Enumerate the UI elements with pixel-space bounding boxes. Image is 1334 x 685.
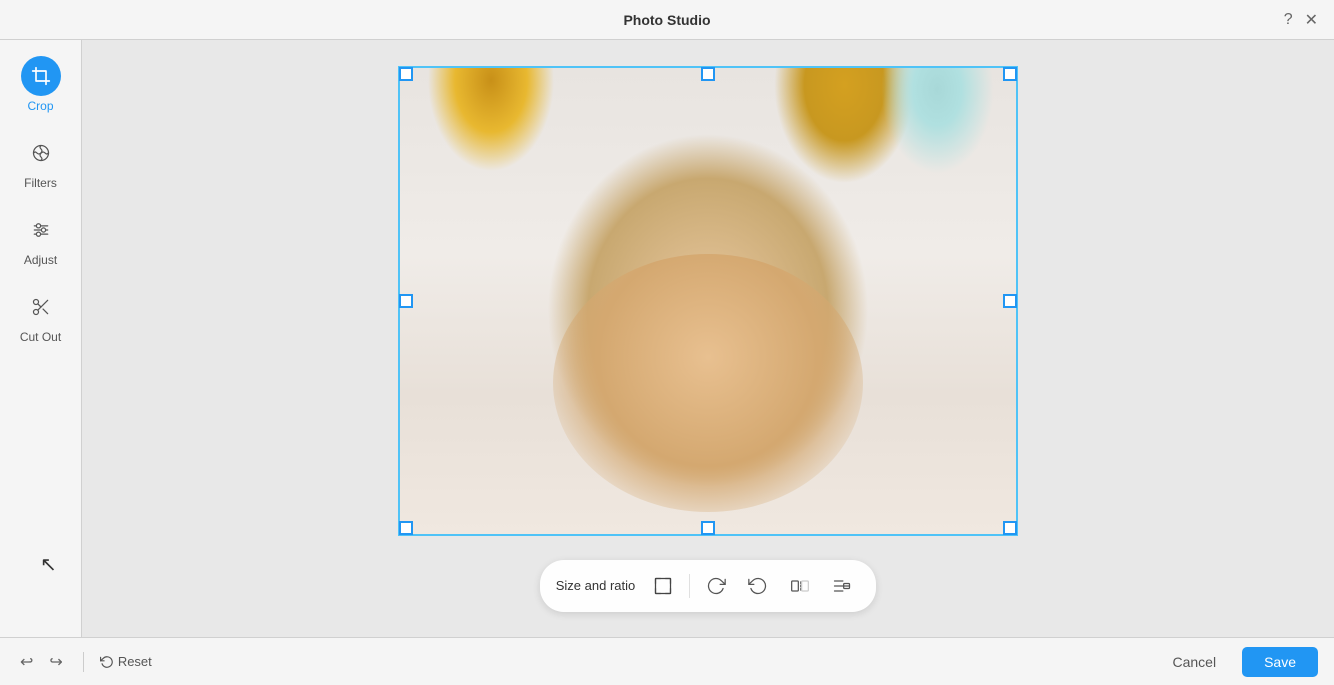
bottom-bar: ↩ ↪ Reset Cancel Save — [0, 637, 1334, 685]
reset-button[interactable]: Reset — [100, 654, 152, 669]
image-container[interactable] — [398, 66, 1018, 536]
sidebar-item-adjust[interactable]: Adjust — [7, 202, 75, 275]
window-controls: ? ✕ — [1284, 10, 1318, 30]
flip-button[interactable] — [782, 568, 818, 604]
redo-button[interactable]: ↪ — [45, 648, 66, 676]
adjust-icon — [31, 220, 51, 240]
cancel-button[interactable]: Cancel — [1156, 648, 1232, 676]
toolbar-divider-1 — [689, 574, 690, 598]
filters-icon — [31, 143, 51, 163]
size-ratio-button[interactable] — [645, 568, 681, 604]
flip-icon — [790, 576, 810, 596]
rotate-left-button[interactable] — [740, 568, 776, 604]
adjust-label: Adjust — [24, 253, 57, 267]
crop-icon — [31, 66, 51, 86]
baby-face-shape — [553, 254, 863, 513]
crop-label: Crop — [27, 99, 53, 113]
size-ratio-label: Size and ratio — [556, 578, 636, 593]
left-sidebar: Crop Filters Adjust — [0, 40, 82, 637]
app-title: Photo Studio — [623, 12, 710, 28]
size-ratio-icon — [653, 576, 673, 596]
sidebar-item-filters[interactable]: Filters — [7, 125, 75, 198]
reset-icon — [100, 655, 114, 669]
filters-label: Filters — [24, 176, 57, 190]
bottom-divider — [83, 652, 84, 672]
adjust-icon-wrap — [21, 210, 61, 250]
rotate-right-icon — [706, 576, 726, 596]
help-icon[interactable]: ? — [1284, 11, 1293, 29]
bottom-right-controls: Cancel Save — [1156, 647, 1318, 677]
sidebar-item-crop[interactable]: Crop — [7, 48, 75, 121]
undo-button[interactable]: ↩ — [16, 648, 37, 676]
rotate-left-icon — [748, 576, 768, 596]
close-icon[interactable]: ✕ — [1305, 10, 1318, 30]
cursor-indicator: ↖ — [40, 552, 57, 577]
crop-toolbar: Size and ratio — [540, 560, 877, 612]
cutout-label: Cut Out — [20, 330, 61, 344]
main-canvas-area: Size and ratio — [82, 40, 1334, 637]
scissors-icon-wrap — [21, 287, 61, 327]
scissors-icon — [31, 297, 51, 317]
crop-icon-wrap — [21, 56, 61, 96]
bottom-left-controls: ↩ ↪ Reset — [16, 648, 152, 676]
align-icon — [832, 576, 852, 596]
save-button[interactable]: Save — [1242, 647, 1318, 677]
photo-canvas — [398, 66, 1018, 536]
filters-icon-wrap — [21, 133, 61, 173]
rotate-right-button[interactable] — [698, 568, 734, 604]
reset-label: Reset — [118, 654, 152, 669]
title-bar: Photo Studio ? ✕ — [0, 0, 1334, 40]
align-button[interactable] — [824, 568, 860, 604]
sidebar-item-cutout[interactable]: Cut Out — [7, 279, 75, 352]
